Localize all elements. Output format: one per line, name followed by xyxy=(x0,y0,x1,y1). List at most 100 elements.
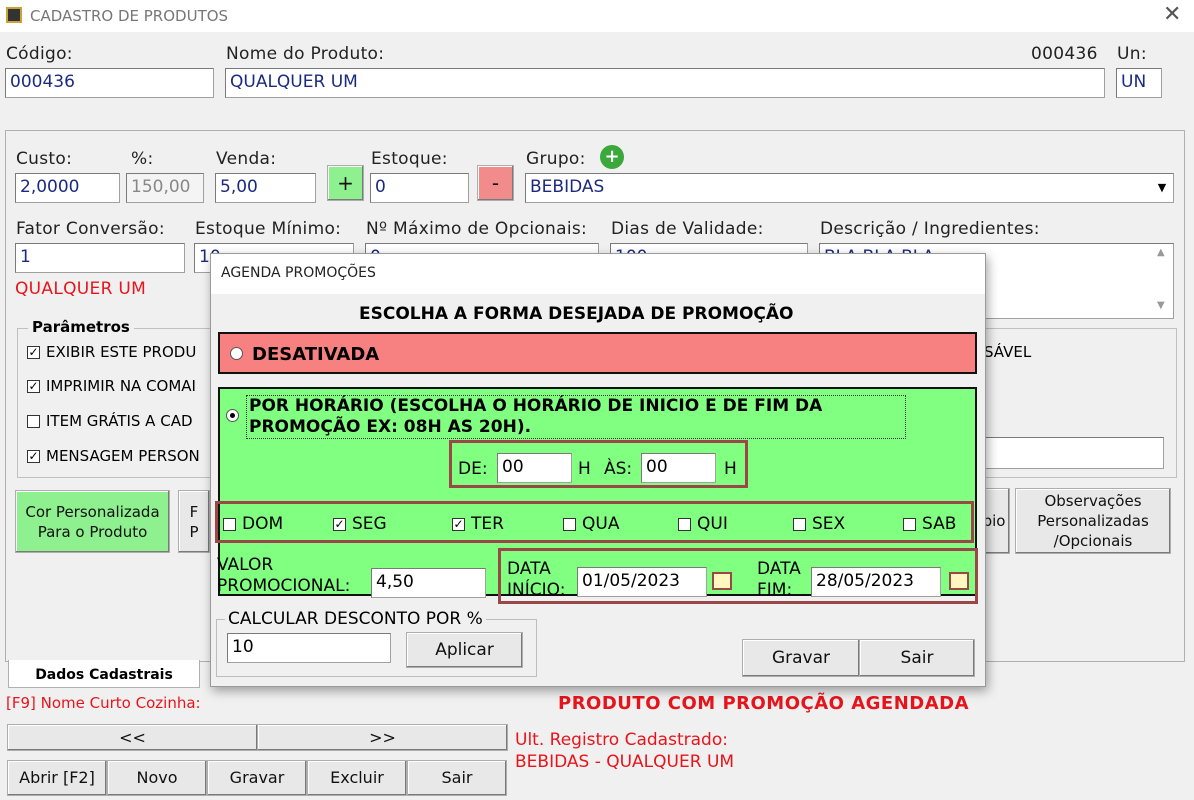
calendar-icon[interactable] xyxy=(949,572,969,590)
validity-label: Dias de Validade: xyxy=(611,219,764,239)
to-hour-field[interactable]: 00 xyxy=(641,453,716,483)
product-name-field[interactable]: QUALQUER UM xyxy=(225,68,1105,98)
add-group-icon[interactable]: + xyxy=(600,145,624,169)
new-button[interactable]: Novo xyxy=(107,760,207,796)
custom-color-button[interactable]: Cor Personalizada Para o Produto xyxy=(15,490,170,553)
description-label: Descrição / Ingredientes: xyxy=(820,219,1040,239)
end-label-1: DATA xyxy=(757,559,801,579)
start-date-field[interactable]: 01/05/2023 xyxy=(577,567,707,597)
checkbox-icon[interactable]: ✓ xyxy=(27,450,40,463)
option-disabled[interactable]: DESATIVADA xyxy=(218,332,977,374)
next-button[interactable]: >> xyxy=(257,724,508,751)
open-button[interactable]: Abrir [F2] xyxy=(7,760,107,796)
from-hour-field[interactable]: 00 xyxy=(497,453,572,483)
factor-field[interactable]: 1 xyxy=(15,243,185,273)
percent-field[interactable]: 150,00 xyxy=(126,173,204,203)
discount-field[interactable]: 10 xyxy=(227,633,391,663)
group-value: BEBIDAS xyxy=(530,177,605,197)
partial-left-button[interactable]: F P xyxy=(178,490,210,553)
group-label: Grupo: xyxy=(526,149,586,169)
from-label: DE: xyxy=(458,459,488,479)
checkbox-icon[interactable]: ✓ xyxy=(27,346,40,359)
radio-icon[interactable] xyxy=(230,347,243,360)
f9-label: [F9] Nome Curto Cozinha: xyxy=(6,694,201,712)
param-item[interactable]: ITEM GRÁTIS A CAD xyxy=(27,412,193,430)
checkbox-icon[interactable] xyxy=(27,415,40,428)
scroll-up-icon[interactable]: ▲ xyxy=(1157,247,1165,258)
app-icon xyxy=(6,7,22,23)
checkbox-icon[interactable] xyxy=(223,517,236,531)
param-right-field[interactable] xyxy=(984,437,1164,469)
promo-value-label-2: PROMOCIONAL: xyxy=(217,576,351,596)
option-hour-label[interactable]: POR HORÁRIO (ESCOLHA O HORÁRIO DE INICIO… xyxy=(246,395,906,439)
delete-button[interactable]: Excluir xyxy=(307,760,407,796)
promo-value-field[interactable]: 4,50 xyxy=(371,568,486,598)
last-record-value: BEBIDAS - QUALQUER UM xyxy=(515,752,735,772)
checkbox-icon[interactable] xyxy=(793,517,806,531)
checkbox-icon[interactable]: ✓ xyxy=(333,517,346,531)
checkbox-icon[interactable] xyxy=(563,517,576,531)
promo-value-label-1: VALOR xyxy=(217,555,274,575)
start-label-2: INÍCIO: xyxy=(507,580,566,600)
cost-field[interactable]: 2,0000 xyxy=(15,173,120,203)
dialog-save-button[interactable]: Gravar xyxy=(742,639,860,677)
stock-label: Estoque: xyxy=(371,149,448,169)
day-qui[interactable]: QUI xyxy=(678,514,728,534)
window-title: CADASTRO DE PRODUTOS xyxy=(30,7,229,25)
percent-label: %: xyxy=(131,149,154,169)
day-sex[interactable]: SEX xyxy=(793,514,845,534)
observations-button[interactable]: Observações Personalizadas /Opcionais xyxy=(1015,488,1171,554)
save-button[interactable]: Gravar xyxy=(207,760,307,796)
day-sab[interactable]: SAB xyxy=(903,514,956,534)
checkbox-icon[interactable]: ✓ xyxy=(452,517,465,531)
close-icon[interactable]: ✕ xyxy=(1163,2,1181,27)
max-opt-label: Nº Máximo de Opcionais: xyxy=(366,219,588,239)
calendar-icon[interactable] xyxy=(712,572,732,590)
code-label: Código: xyxy=(6,44,73,64)
unit-field[interactable]: UN xyxy=(1116,68,1162,98)
prev-button[interactable]: << xyxy=(7,724,258,751)
dialog-heading: ESCOLHA A FORMA DESEJADA DE PROMOÇÃO xyxy=(359,304,794,324)
h-label-2: H xyxy=(724,459,737,479)
day-seg[interactable]: ✓ SEG xyxy=(333,514,387,534)
day-ter[interactable]: ✓ TER xyxy=(452,514,504,534)
unit-label: Un: xyxy=(1117,44,1147,64)
h-label-1: H xyxy=(578,459,591,479)
checkbox-icon[interactable] xyxy=(678,517,691,531)
checkbox-icon[interactable] xyxy=(903,517,916,531)
code-echo: 000436 xyxy=(1031,44,1098,64)
factor-label: Fator Conversão: xyxy=(16,219,165,239)
scroll-down-icon[interactable]: ▼ xyxy=(1157,300,1165,311)
param-item[interactable]: ✓ IMPRIMIR NA COMAI xyxy=(27,377,196,395)
min-stock-label: Estoque Mínimo: xyxy=(195,219,342,239)
increase-button[interactable]: + xyxy=(327,165,364,201)
product-name-label: Nome do Produto: xyxy=(226,44,385,64)
dialog-title: AGENDA PROMOÇÕES xyxy=(221,265,376,281)
end-label-2: FIM: xyxy=(757,580,793,600)
start-label-1: DATA xyxy=(507,559,551,579)
dialog-exit-button[interactable]: Sair xyxy=(859,639,975,677)
day-dom[interactable]: DOM xyxy=(223,514,283,534)
end-date-field[interactable]: 28/05/2023 xyxy=(811,567,941,597)
promo-status: PRODUTO COM PROMOÇÃO AGENDADA xyxy=(558,693,970,714)
code-field[interactable]: 000436 xyxy=(5,68,214,98)
stock-field[interactable]: 0 xyxy=(370,173,469,203)
discount-group-title: CALCULAR DESCONTO POR % xyxy=(225,609,486,629)
chevron-down-icon[interactable]: ▼ xyxy=(1152,176,1172,200)
cost-label: Custo: xyxy=(16,149,73,169)
promo-dialog: AGENDA PROMOÇÕES ESCOLHA A FORMA DESEJAD… xyxy=(210,253,986,687)
decrease-button[interactable]: - xyxy=(477,165,514,201)
title-bar: CADASTRO DE PRODUTOS ✕ xyxy=(0,0,1194,32)
tab-dados-cadastrais[interactable]: Dados Cadastrais xyxy=(8,660,200,688)
exit-button[interactable]: Sair xyxy=(407,760,507,796)
to-label: ÀS: xyxy=(604,459,633,479)
dialog-title-bar: AGENDA PROMOÇÕES xyxy=(211,254,985,294)
apply-button[interactable]: Aplicar xyxy=(406,632,523,668)
day-qua[interactable]: QUA xyxy=(563,514,619,534)
sale-field[interactable]: 5,00 xyxy=(215,173,316,203)
group-select[interactable]: BEBIDAS xyxy=(525,173,1174,203)
param-item[interactable]: ✓ EXIBIR ESTE PRODU xyxy=(27,343,196,361)
checkbox-icon[interactable]: ✓ xyxy=(27,380,40,393)
param-item[interactable]: ✓ MENSAGEM PERSON xyxy=(27,447,200,465)
radio-icon[interactable] xyxy=(226,409,239,422)
